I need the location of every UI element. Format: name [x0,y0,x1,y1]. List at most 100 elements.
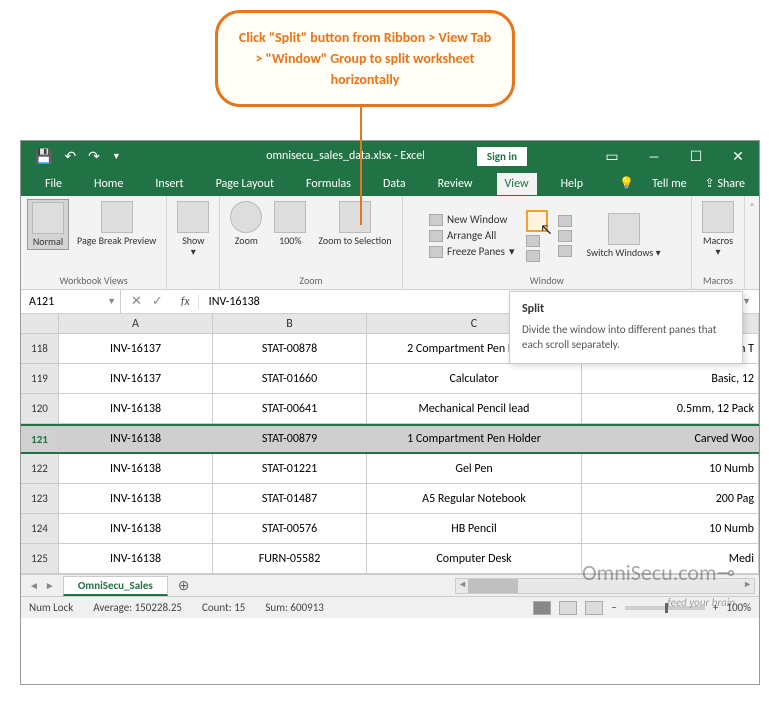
row-header[interactable]: 123 [21,484,59,513]
maximize-icon[interactable]: ☐ [675,141,717,171]
cell[interactable]: STAT-01487 [213,484,367,513]
cell[interactable]: HB Pencil [367,514,582,543]
name-box[interactable]: A121 ▼ [21,290,121,313]
share-button[interactable]: ⇪ Share [705,176,745,191]
new-window-button[interactable]: New Window [429,213,514,226]
grid-rows: 118 INV-16137 STAT-00878 2 Compartment P… [21,334,759,574]
cell[interactable]: 200 Pag [582,484,759,513]
select-all-corner[interactable] [21,314,59,333]
cell[interactable]: STAT-01660 [213,364,367,393]
cell[interactable]: INV-16138 [59,514,213,543]
cell[interactable]: Basic, 12 [582,364,759,393]
cell[interactable]: INV-16137 [59,334,213,363]
arrange-all-button[interactable]: Arrange All [429,229,514,242]
page-layout-mode[interactable] [559,601,577,615]
sheet-tab-active[interactable]: OmniSecu_Sales [63,576,168,596]
average-status: Average: 150228.25 [93,601,182,614]
qat-dropdown-icon[interactable]: ▼ [112,151,121,162]
row-header[interactable]: 124 [21,514,59,543]
new-window-icon [429,214,443,226]
cell[interactable]: Computer Desk [367,544,582,573]
tab-page-layout[interactable]: Page Layout [208,173,282,195]
cell[interactable]: INV-16138 [59,484,213,513]
row-header[interactable]: 122 [21,454,59,483]
tab-review[interactable]: Review [430,173,481,195]
scroll-thumb[interactable] [468,579,518,593]
tab-formulas[interactable]: Formulas [298,173,359,195]
add-sheet-button[interactable]: ⊕ [168,577,200,594]
row-header[interactable]: 125 [21,544,59,573]
cell[interactable]: STAT-00878 [213,334,367,363]
zoom-100-icon [274,201,306,233]
cancel-icon[interactable]: ✕ [131,294,142,309]
view-side-icon[interactable] [558,215,572,227]
row-header[interactable]: 118 [21,334,59,363]
page-break-preview-button[interactable]: Page Break Preview [73,199,160,248]
reset-pos-icon[interactable] [558,245,572,257]
cell[interactable]: Gel Pen [367,454,582,483]
cell[interactable]: STAT-00641 [213,394,367,423]
cell[interactable]: INV-16138 [59,394,213,423]
undo-icon[interactable]: ↶ [64,148,76,165]
numlock-status: Num Lock [29,601,73,614]
cell[interactable]: FURN-05582 [213,544,367,573]
switch-windows-button[interactable]: Switch Windows ▾ [582,211,664,260]
unhide-button[interactable] [526,250,548,262]
fx-button[interactable]: fx [173,295,199,309]
sign-in-button[interactable]: Sign in [477,147,527,166]
tab-insert[interactable]: Insert [147,173,191,195]
cell[interactable]: INV-16137 [59,364,213,393]
cell[interactable]: 10 Numb [582,454,759,483]
row-header[interactable]: 120 [21,394,59,423]
col-header-b[interactable]: B [213,314,367,333]
cell[interactable]: 10 Numb [582,514,759,543]
ribbon-display-icon[interactable]: ▭ [591,141,633,171]
normal-view-button[interactable]: Normal [27,199,69,250]
name-box-dropdown-icon[interactable]: ▼ [107,296,116,307]
macros-button[interactable]: Macros▾ [698,199,738,259]
cell[interactable]: 0.5mm, 12 Pack [582,394,759,423]
freeze-panes-button[interactable]: Freeze Panes ▾ [429,245,514,258]
window-list-2 [526,210,548,262]
tab-home[interactable]: Home [86,173,131,195]
zoom-icon [230,201,262,233]
cell[interactable]: Carved Woo [582,426,759,452]
save-icon[interactable]: 💾 [35,148,52,165]
redo-icon[interactable]: ↷ [88,148,100,165]
split-button[interactable] [526,210,548,232]
window-list: New Window Arrange All Freeze Panes ▾ [429,213,514,258]
collapse-ribbon-icon[interactable]: ˄ [745,196,759,289]
cell[interactable]: INV-16138 [59,454,213,483]
sheet-prev-icon[interactable]: ◄ [29,579,39,592]
cell[interactable]: Calculator [367,364,582,393]
ribbon: Normal Page Break Preview Workbook Views… [21,196,759,290]
sync-scroll-icon[interactable] [558,230,572,242]
cell[interactable]: INV-16138 [59,426,213,452]
tab-help[interactable]: Help [553,173,592,195]
cell[interactable]: INV-16138 [59,544,213,573]
minimize-icon[interactable]: ― [633,141,675,171]
zoom-100-button[interactable]: 100% [270,199,310,248]
tell-me[interactable]: Tell me [652,177,687,191]
show-button[interactable]: Show▾ [173,199,213,259]
sheet-next-icon[interactable]: ► [45,579,55,592]
row-header[interactable]: 119 [21,364,59,393]
cell[interactable]: STAT-01221 [213,454,367,483]
cell[interactable]: 1 Compartment Pen Holder [367,426,582,452]
cell[interactable]: A5 Regular Notebook [367,484,582,513]
col-header-a[interactable]: A [59,314,213,333]
normal-view-mode[interactable] [533,601,551,615]
enter-icon[interactable]: ✓ [152,294,163,309]
title-bar: 💾 ↶ ↷ ▼ omnisecu_sales_data.xlsx - Excel… [21,141,759,171]
zoom-button[interactable]: Zoom [226,199,266,248]
close-icon[interactable]: ✕ [717,141,759,171]
zoom-to-selection-button[interactable]: Zoom to Selection [314,199,395,248]
tab-view[interactable]: View [497,173,537,195]
tab-data[interactable]: Data [375,173,414,195]
cell[interactable]: STAT-00576 [213,514,367,543]
cell[interactable]: Mechanical Pencil lead [367,394,582,423]
tab-file[interactable]: File [37,173,70,195]
row-header[interactable]: 121 [21,426,59,452]
group-workbook-views: Normal Page Break Preview Workbook Views [21,196,167,289]
cell[interactable]: STAT-00879 [213,426,367,452]
